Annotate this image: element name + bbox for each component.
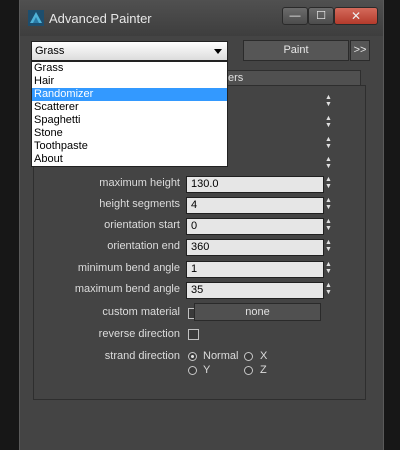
spinner-arrows-icon[interactable]: ▲ ▼ (323, 156, 334, 173)
paint-button[interactable]: Paint (243, 40, 349, 61)
maximum-bend-angle-label: maximum bend angle (74, 283, 180, 295)
strand-direction-label: strand direction (104, 350, 180, 362)
dropdown-option-scatterer[interactable]: Scatterer (32, 101, 227, 114)
window-title: Advanced Painter (49, 11, 152, 26)
minimize-button[interactable]: — (282, 7, 308, 25)
orientation-start-label: orientation start (104, 219, 180, 231)
strand-direction-normal-radio[interactable] (188, 352, 197, 361)
strand-direction-x-radio[interactable] (244, 352, 253, 361)
custom-material-label: custom material (102, 306, 180, 318)
maximum-height-label: maximum height (99, 177, 180, 189)
strand-direction-y-radio[interactable] (188, 366, 197, 375)
orientation-end-label: orientation end (107, 240, 180, 252)
reverse-direction-checkbox[interactable] (188, 329, 199, 340)
dropdown-option-spaghetti[interactable]: Spaghetti (32, 114, 227, 127)
chevron-down-icon (214, 49, 222, 54)
strand-direction-x-label: X (260, 350, 268, 362)
maximum-height-input[interactable]: 130.0 (186, 176, 324, 193)
minimum-bend-angle-label: minimum bend angle (77, 262, 180, 274)
strand-direction-y-label: Y (203, 364, 211, 376)
spinner-arrows-icon[interactable]: ▲ ▼ (323, 218, 334, 235)
more-button[interactable]: >> (350, 40, 370, 61)
spinner-arrows-icon[interactable]: ▲ ▼ (323, 136, 334, 153)
spinner-arrows-icon[interactable]: ▲ ▼ (323, 94, 334, 111)
reverse-direction-label: reverse direction (98, 328, 180, 340)
maximize-button[interactable]: ☐ (308, 7, 334, 25)
minimize-icon: — (289, 10, 301, 22)
spinner-arrows-icon[interactable]: ▲ ▼ (323, 176, 334, 193)
height-segments-input[interactable]: 4 (186, 197, 324, 214)
dropdown-option-randomizer[interactable]: Randomizer (32, 88, 227, 101)
strand-direction-z-radio[interactable] (244, 366, 253, 375)
close-button[interactable]: ✕ (334, 7, 378, 25)
strand-direction-z-label: Z (260, 364, 267, 376)
maximize-icon: ☐ (316, 10, 326, 22)
spinner-arrows-icon[interactable]: ▲ ▼ (323, 115, 334, 132)
dropdown-option-toothpaste[interactable]: Toothpaste (32, 140, 227, 153)
spinner-arrows-icon[interactable]: ▲ ▼ (323, 239, 334, 256)
dropdown-option-grass[interactable]: Grass (32, 62, 227, 75)
custom-material-button[interactable]: none (194, 303, 321, 321)
dropdown-option-about[interactable]: About (32, 153, 227, 166)
height-segments-label: height segments (99, 198, 180, 210)
app-icon (28, 10, 44, 26)
spinner-arrows-icon[interactable]: ▲ ▼ (323, 282, 334, 299)
orientation-start-input[interactable]: 0 (186, 218, 324, 235)
strand-direction-normal-label: Normal (203, 350, 239, 362)
brush-type-dropdown-list: Grass Hair Randomizer Scatterer Spaghett… (31, 61, 228, 167)
spinner-arrows-icon[interactable]: ▲ ▼ (323, 261, 334, 278)
minimum-bend-angle-input[interactable]: 1 (186, 261, 324, 278)
dropdown-option-stone[interactable]: Stone (32, 127, 227, 140)
spinner-arrows-icon[interactable]: ▲ ▼ (323, 197, 334, 214)
close-icon: ✕ (350, 9, 362, 23)
title-bar[interactable]: Advanced Painter — ☐ ✕ (20, 0, 383, 36)
maximum-bend-angle-input[interactable]: 35 (186, 282, 324, 299)
brush-type-select[interactable]: Grass (31, 41, 228, 61)
rollout-header-label: ers (228, 72, 244, 84)
brush-type-value: Grass (35, 45, 65, 57)
dropdown-option-hair[interactable]: Hair (32, 75, 227, 88)
orientation-end-input[interactable]: 360 (186, 239, 324, 256)
